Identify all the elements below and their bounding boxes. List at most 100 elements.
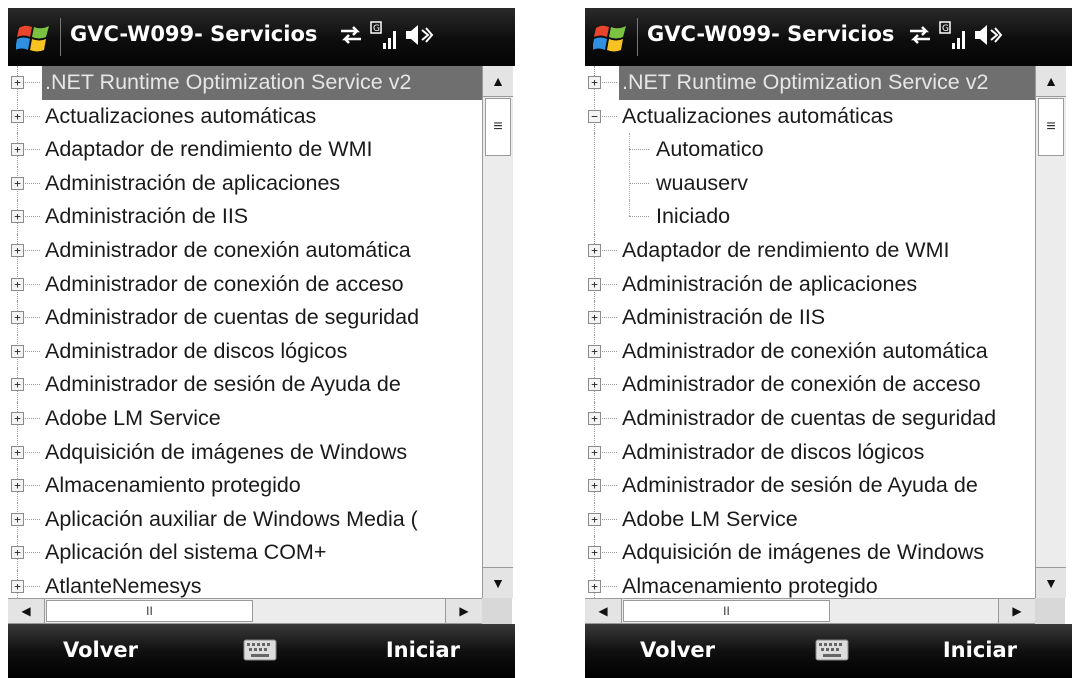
expand-icon[interactable]: + bbox=[588, 76, 601, 89]
tree-row[interactable]: − Actualizaciones automáticas bbox=[585, 99, 1035, 134]
tree-row[interactable]: + Adobe LM Service bbox=[8, 401, 482, 436]
tree-row[interactable]: + Administración de IIS bbox=[8, 200, 482, 234]
expand-icon[interactable]: + bbox=[588, 277, 601, 291]
scroll-left-button[interactable]: ◀ bbox=[8, 599, 45, 623]
tree-row[interactable]: + AtlanteNemesys bbox=[8, 569, 482, 598]
horizontal-scroll-thumb[interactable]: II bbox=[46, 600, 253, 622]
tree-row[interactable]: + Aplicación del sistema COM+ bbox=[8, 536, 482, 570]
expand-icon[interactable]: + bbox=[11, 378, 24, 392]
tree-row[interactable]: + Administración de IIS bbox=[585, 301, 1035, 335]
tree-row[interactable]: + Administrador de cuentas de seguridad bbox=[585, 401, 1035, 436]
tree-row[interactable]: + Administrador de sesión de Ayuda de bbox=[585, 469, 1035, 503]
tree-row[interactable]: + .NET Runtime Optimization Service v2 bbox=[8, 66, 482, 100]
services-tree[interactable]: + .NET Runtime Optimization Service v2 − Ac… bbox=[585, 66, 1035, 598]
expand-icon[interactable]: + bbox=[588, 579, 601, 593]
tree-row[interactable]: + Adaptador de rendimiento de WMI bbox=[8, 133, 482, 167]
expand-icon[interactable]: + bbox=[588, 445, 601, 459]
keyboard-icon[interactable] bbox=[815, 639, 849, 661]
expand-icon[interactable]: + bbox=[588, 512, 601, 526]
tree-row-label: Iniciado bbox=[656, 204, 731, 229]
expand-icon[interactable]: + bbox=[588, 311, 601, 325]
tree-row[interactable]: + Administrador de discos lógicos bbox=[585, 435, 1035, 470]
scroll-thumb[interactable]: ≡ bbox=[1038, 98, 1064, 156]
windows-logo-icon[interactable] bbox=[593, 20, 629, 56]
tree-row[interactable]: + .NET Runtime Optimization Service v2 bbox=[585, 66, 1035, 100]
tree-row[interactable]: + Adquisición de imágenes de Windows bbox=[585, 536, 1035, 570]
collapse-icon[interactable]: − bbox=[588, 109, 601, 123]
start-softkey[interactable]: Iniciar bbox=[943, 638, 1017, 662]
tree-row[interactable]: + Administración de aplicaciones bbox=[8, 166, 482, 201]
expand-icon[interactable]: + bbox=[11, 579, 24, 593]
vertical-scrollbar[interactable]: ▲ ≡ ▼ bbox=[1035, 66, 1066, 598]
tree-row[interactable]: + Adquisición de imágenes de Windows bbox=[8, 435, 482, 470]
expand-icon[interactable]: + bbox=[588, 479, 601, 493]
tree-row-label: Administrador de conexión automática bbox=[45, 237, 411, 262]
signal-icon[interactable]: G bbox=[939, 21, 969, 53]
sync-icon[interactable] bbox=[338, 21, 364, 49]
tree-row[interactable]: + Aplicación auxiliar de Windows Media ( bbox=[8, 502, 482, 537]
expand-icon[interactable]: + bbox=[11, 445, 24, 459]
services-tree[interactable]: + .NET Runtime Optimization Service v2 + Ac… bbox=[8, 66, 482, 598]
tree-child-item[interactable]: Automatico bbox=[585, 133, 1035, 167]
back-softkey[interactable]: Volver bbox=[63, 638, 138, 662]
scroll-up-button[interactable]: ▲ bbox=[483, 66, 513, 97]
scroll-right-button[interactable]: ▶ bbox=[445, 599, 482, 623]
tree-row[interactable]: + Administración de aplicaciones bbox=[585, 267, 1035, 302]
expand-icon[interactable]: + bbox=[11, 311, 24, 325]
expand-icon[interactable]: + bbox=[11, 109, 24, 123]
tree-row[interactable]: + Administrador de cuentas de seguridad bbox=[8, 301, 482, 335]
expand-icon[interactable]: + bbox=[11, 512, 24, 526]
tree-connector-line bbox=[594, 133, 596, 167]
tree-row[interactable]: + Almacenamiento protegido bbox=[8, 469, 482, 503]
windows-logo-icon[interactable] bbox=[16, 20, 52, 56]
expand-icon[interactable]: + bbox=[11, 277, 24, 291]
horizontal-scrollbar[interactable]: ◀ II ▶ bbox=[8, 598, 482, 624]
tree-row[interactable]: + Administrador de conexión de acceso bbox=[8, 267, 482, 302]
horizontal-scroll-thumb[interactable]: II bbox=[623, 600, 830, 622]
expand-icon[interactable]: + bbox=[11, 176, 24, 190]
tree-child-item[interactable]: Iniciado bbox=[585, 200, 1035, 234]
sync-icon[interactable] bbox=[907, 21, 933, 49]
tree-row[interactable]: + Adobe LM Service bbox=[585, 502, 1035, 537]
volume-muted-icon[interactable] bbox=[973, 21, 1003, 49]
keyboard-icon[interactable] bbox=[243, 639, 277, 661]
expand-icon[interactable]: + bbox=[588, 344, 601, 358]
tree-row[interactable]: + Administrador de conexión automática bbox=[585, 334, 1035, 369]
start-softkey[interactable]: Iniciar bbox=[386, 638, 460, 662]
expand-icon[interactable]: + bbox=[588, 546, 601, 560]
tree-row[interactable]: + Almacenamiento protegido bbox=[585, 569, 1035, 598]
expand-icon[interactable]: + bbox=[11, 479, 24, 493]
tree-row[interactable]: + Administrador de conexión automática bbox=[8, 233, 482, 268]
tree-row-label: Almacenamiento protegido bbox=[45, 473, 301, 498]
scroll-thumb[interactable]: ≡ bbox=[485, 98, 511, 156]
tree-row[interactable]: + Adaptador de rendimiento de WMI bbox=[585, 233, 1035, 268]
svg-text:G: G bbox=[942, 24, 949, 34]
tree-row[interactable]: + Administrador de sesión de Ayuda de bbox=[8, 368, 482, 402]
vertical-scrollbar[interactable]: ▲ ≡ ▼ bbox=[482, 66, 513, 598]
scroll-right-button[interactable]: ▶ bbox=[998, 599, 1035, 623]
expand-icon[interactable]: + bbox=[588, 243, 601, 257]
tree-row[interactable]: + Actualizaciones automáticas bbox=[8, 99, 482, 134]
expand-icon[interactable]: + bbox=[11, 143, 24, 157]
expand-icon[interactable]: + bbox=[588, 411, 601, 425]
scroll-up-button[interactable]: ▲ bbox=[1036, 66, 1066, 97]
expand-icon[interactable]: + bbox=[11, 243, 24, 257]
tree-row-label: Administrador de sesión de Ayuda de bbox=[45, 372, 401, 397]
tree-row[interactable]: + Administrador de discos lógicos bbox=[8, 334, 482, 369]
horizontal-scrollbar[interactable]: ◀ II ▶ bbox=[585, 598, 1035, 624]
back-softkey[interactable]: Volver bbox=[640, 638, 715, 662]
volume-muted-icon[interactable] bbox=[404, 21, 434, 49]
expand-icon[interactable]: + bbox=[11, 210, 24, 224]
scroll-left-button[interactable]: ◀ bbox=[585, 599, 622, 623]
expand-icon[interactable]: + bbox=[11, 546, 24, 560]
signal-icon[interactable]: G bbox=[370, 21, 400, 53]
expand-icon[interactable]: + bbox=[588, 378, 601, 392]
expand-icon[interactable]: + bbox=[11, 344, 24, 358]
expand-icon[interactable]: + bbox=[11, 76, 24, 89]
scroll-down-button[interactable]: ▼ bbox=[1036, 567, 1066, 598]
tree-row-label: AtlanteNemesys bbox=[45, 573, 202, 598]
tree-child-item[interactable]: wuauserv bbox=[585, 166, 1035, 201]
tree-row[interactable]: + Administrador de conexión de acceso bbox=[585, 368, 1035, 402]
scroll-down-button[interactable]: ▼ bbox=[483, 567, 513, 598]
expand-icon[interactable]: + bbox=[11, 411, 24, 425]
